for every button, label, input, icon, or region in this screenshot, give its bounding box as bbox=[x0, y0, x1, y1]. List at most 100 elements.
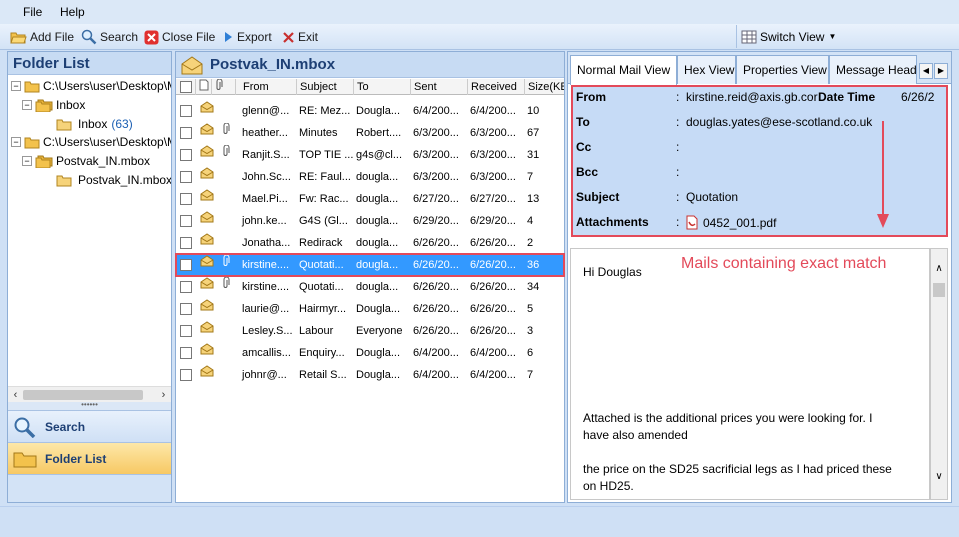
header-from[interactable]: From bbox=[240, 79, 297, 95]
mail-body-vscrollbar[interactable]: ∧ ∨ bbox=[930, 248, 948, 500]
toolbar: Add File Search Close File Export Exit S… bbox=[0, 24, 959, 50]
table-row[interactable]: glenn@... RE: Mez... Dougla... 6/4/200... 6/… bbox=[176, 100, 564, 122]
table-row[interactable]: kirstine.... Quotati... dougla... 6/26/20..… bbox=[175, 253, 565, 277]
table-row[interactable]: Ranjit.S... TOP TIE ... g4s@cl... 6/3/200..… bbox=[176, 144, 564, 166]
header-subject[interactable]: Subject bbox=[297, 79, 354, 95]
table-row[interactable]: laurie@... Hairmyr... Dougla... 6/26/20... 6… bbox=[176, 298, 564, 320]
exit-button[interactable]: Exit bbox=[282, 29, 318, 45]
scroll-down-icon[interactable]: ∨ bbox=[931, 469, 947, 485]
row-checkbox[interactable] bbox=[180, 325, 192, 337]
tab-properties-view[interactable]: Properties View bbox=[736, 55, 829, 84]
header-select-all[interactable] bbox=[176, 79, 196, 95]
row-checkbox[interactable] bbox=[180, 369, 192, 381]
tree-node-path1[interactable]: − C:\Users\user\Desktop\Mi bbox=[11, 79, 171, 93]
colon: : bbox=[676, 165, 680, 179]
cell-size: 4 bbox=[527, 215, 534, 227]
add-file-button[interactable]: Add File bbox=[10, 29, 74, 45]
cell-size: 2 bbox=[527, 237, 534, 249]
export-label: Export bbox=[237, 30, 272, 44]
scroll-thumb[interactable] bbox=[23, 390, 143, 400]
collapse-icon[interactable]: − bbox=[11, 81, 21, 91]
select-all-checkbox[interactable] bbox=[180, 81, 192, 93]
table-row[interactable]: heather... Minutes Robert.... 6/3/200... 6/3… bbox=[176, 122, 564, 144]
collapse-icon[interactable]: − bbox=[22, 156, 32, 166]
annotation-text: Mails containing exact match bbox=[681, 255, 887, 272]
cell-sent: 6/26/20... bbox=[413, 281, 459, 293]
header-sent[interactable]: Sent bbox=[411, 79, 468, 95]
tree-node-path2[interactable]: − C:\Users\user\Desktop\Mi bbox=[11, 135, 171, 149]
pane-splitter[interactable]: •••••• bbox=[8, 401, 171, 410]
subject-label: Subject bbox=[576, 190, 620, 204]
cell-sent: 6/3/200... bbox=[413, 127, 459, 139]
colon: : bbox=[676, 115, 680, 129]
cell-sent: 6/26/20... bbox=[413, 325, 459, 337]
cell-size: 34 bbox=[527, 281, 540, 293]
tree-node-inbox-parent[interactable]: − Inbox bbox=[22, 98, 85, 112]
row-checkbox[interactable] bbox=[180, 281, 192, 293]
table-row[interactable]: johnr@... Retail S... Dougla... 6/4/200... 6… bbox=[176, 364, 564, 386]
header-received[interactable]: Received bbox=[468, 79, 525, 95]
colon: : bbox=[676, 90, 680, 104]
nav-folder-list-button[interactable]: Folder List bbox=[8, 442, 171, 474]
header-attachment[interactable] bbox=[212, 79, 236, 95]
attachment-link[interactable]: 0452_001.pdf bbox=[686, 215, 776, 230]
cell-sent: 6/4/200... bbox=[413, 105, 459, 117]
folder-icon bbox=[56, 175, 72, 186]
tree-node-mbox[interactable]: Postvak_IN.mbox bbox=[56, 173, 171, 187]
table-row[interactable]: Mael.Pi... Fw: Rac... dougla... 6/27/20... 6… bbox=[176, 188, 564, 210]
header-type[interactable] bbox=[196, 79, 212, 95]
scroll-thumb[interactable] bbox=[933, 283, 945, 297]
tab-scroll-left-icon[interactable]: ◀ bbox=[919, 63, 933, 79]
row-checkbox[interactable] bbox=[180, 347, 192, 359]
table-row[interactable]: john.ke... G4S (Gl... dougla... 6/29/20... 6… bbox=[176, 210, 564, 232]
row-checkbox[interactable] bbox=[180, 171, 192, 183]
nav-search-button[interactable]: Search bbox=[8, 410, 171, 442]
to-value: douglas.yates@ese-scotland.co.uk bbox=[686, 115, 873, 129]
tree-label: C:\Users\user\Desktop\Mi bbox=[43, 79, 171, 93]
row-checkbox[interactable] bbox=[180, 215, 192, 227]
scroll-left-icon[interactable]: ‹ bbox=[8, 387, 23, 403]
header-size[interactable]: Size(KE bbox=[525, 79, 564, 95]
header-from-row: From : kirstine.reid@axis.gb.cor Date Ti… bbox=[573, 87, 946, 107]
scroll-up-icon[interactable]: ∧ bbox=[931, 261, 947, 277]
menu-help[interactable]: Help bbox=[60, 5, 85, 19]
cell-to: Robert.... bbox=[356, 127, 402, 139]
tab-normal-mail-view[interactable]: Normal Mail View bbox=[570, 55, 677, 85]
table-row[interactable]: kirstine.... Quotati... dougla... 6/26/20..… bbox=[176, 276, 564, 298]
tree-node-inbox[interactable]: Inbox (63) bbox=[56, 117, 133, 131]
row-checkbox[interactable] bbox=[180, 127, 192, 139]
cell-received: 6/4/200... bbox=[470, 369, 516, 381]
row-checkbox[interactable] bbox=[180, 193, 192, 205]
table-row[interactable]: amcallis... Enquiry... Dougla... 6/4/200...… bbox=[176, 342, 564, 364]
datetime-value: 6/26/2 bbox=[901, 90, 935, 104]
collapse-icon[interactable]: − bbox=[22, 100, 32, 110]
switch-view-dropdown[interactable]: Switch View ▼ bbox=[736, 25, 951, 48]
table-row[interactable]: Lesley.S... Labour Everyone 6/26/20... 6/26/… bbox=[176, 320, 564, 342]
header-to[interactable]: To bbox=[354, 79, 411, 95]
row-checkbox[interactable] bbox=[180, 259, 192, 271]
cell-from: Jonatha... bbox=[242, 237, 291, 249]
row-checkbox[interactable] bbox=[180, 303, 192, 315]
tab-hex-view[interactable]: Hex View bbox=[677, 55, 736, 84]
mail-body: Hi Douglas Attached is the additional pr… bbox=[570, 248, 930, 500]
close-file-button[interactable]: Close File bbox=[144, 29, 215, 45]
row-checkbox[interactable] bbox=[180, 237, 192, 249]
cell-to: Dougla... bbox=[356, 303, 401, 315]
paperclip-icon bbox=[222, 253, 230, 275]
row-checkbox[interactable] bbox=[180, 149, 192, 161]
tab-scroll-right-icon[interactable]: ▶ bbox=[934, 63, 948, 79]
export-button[interactable]: Export bbox=[222, 29, 272, 45]
scroll-right-icon[interactable]: › bbox=[156, 387, 171, 403]
search-button[interactable]: Search bbox=[81, 29, 138, 45]
menu-file[interactable]: File bbox=[23, 5, 42, 19]
cell-size: 3 bbox=[527, 325, 534, 337]
header-cc-row: Cc : bbox=[573, 137, 946, 157]
table-row[interactable]: Jonatha... Redirack dougla... 6/26/20... 6/2… bbox=[176, 232, 564, 254]
tree-node-mbox-parent[interactable]: − Postvak_IN.mbox bbox=[22, 154, 150, 168]
paperclip-icon bbox=[216, 79, 223, 90]
table-row[interactable]: John.Sc... RE: Faul... dougla... 6/3/200...… bbox=[176, 166, 564, 188]
cell-size: 31 bbox=[527, 149, 540, 161]
collapse-icon[interactable]: − bbox=[11, 137, 21, 147]
row-checkbox[interactable] bbox=[180, 105, 192, 117]
tab-message-header[interactable]: Message Heade bbox=[829, 55, 917, 84]
